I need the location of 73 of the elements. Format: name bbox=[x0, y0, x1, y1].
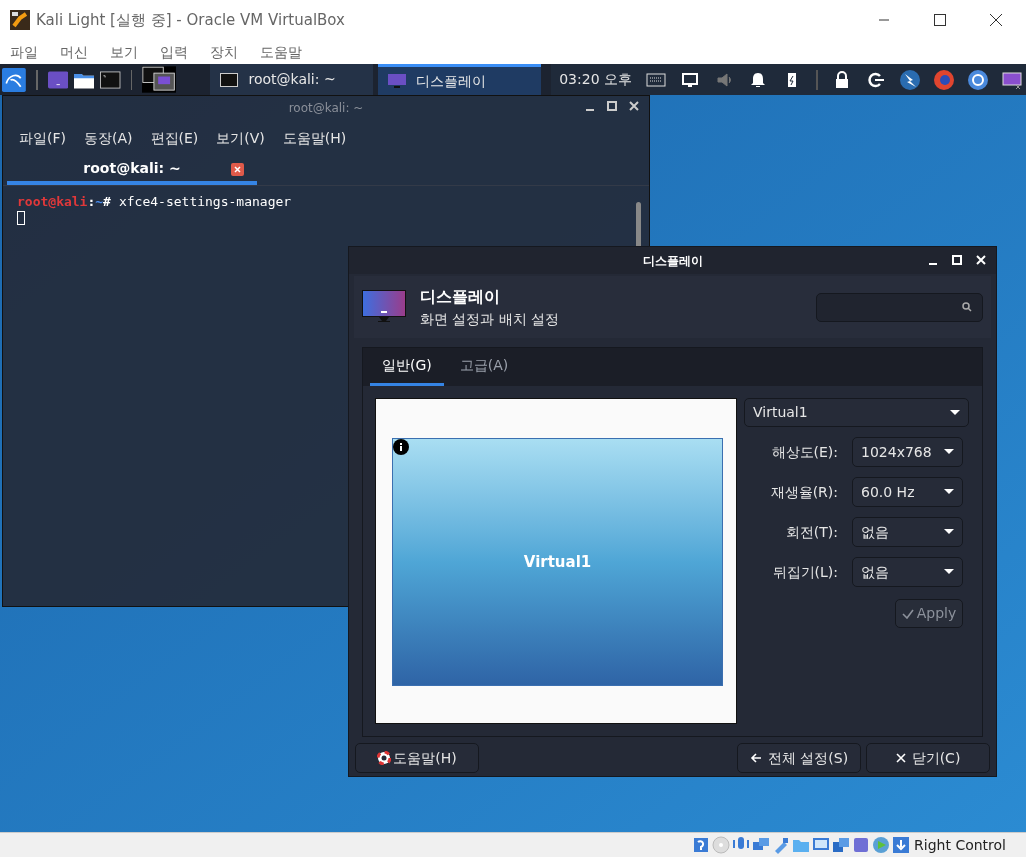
search-field[interactable] bbox=[816, 292, 983, 322]
video-capture-icon bbox=[832, 836, 851, 854]
monitor-icon bbox=[362, 290, 406, 324]
kali-menu-icon[interactable] bbox=[2, 65, 26, 94]
terminal-command: xfce4-settings-manager bbox=[118, 194, 292, 210]
caret-icon bbox=[944, 489, 954, 495]
check-icon bbox=[901, 608, 914, 619]
window-title: Kali Light [실행 중] - Oracle VM VirtualBox bbox=[36, 9, 345, 31]
taskbar-task[interactable]: 디스플레이 bbox=[378, 64, 542, 95]
mouse-integration-icon bbox=[872, 836, 891, 854]
monitor-icon bbox=[388, 74, 407, 88]
caret-icon bbox=[950, 409, 960, 416]
dialog-heading: 디스플레이 bbox=[420, 285, 501, 308]
lifebuoy-icon bbox=[377, 751, 392, 765]
menu-item[interactable]: 장치 bbox=[210, 41, 238, 63]
menu-item[interactable]: 보기 bbox=[110, 41, 138, 63]
dropdown[interactable]: 60.0 Hz bbox=[852, 477, 963, 507]
window-title: 디스플레이 bbox=[642, 252, 703, 270]
menu-item[interactable]: 동장(A) bbox=[84, 127, 133, 149]
dropdown[interactable]: Virtual1 bbox=[744, 398, 969, 427]
host-key-label: Right Control bbox=[914, 835, 1006, 855]
info-icon bbox=[393, 439, 409, 455]
arrow-down-icon bbox=[892, 836, 911, 854]
menu-item[interactable]: 도움말 bbox=[260, 41, 302, 63]
taskbar-task[interactable]: root@kali: ~ bbox=[210, 64, 374, 95]
settings-tab[interactable]: 고급(A) bbox=[447, 348, 521, 386]
terminal-icon[interactable] bbox=[100, 69, 121, 90]
monitor-label: Virtual1 bbox=[523, 551, 592, 573]
caret-icon bbox=[944, 569, 954, 575]
close-icon bbox=[895, 753, 906, 763]
lightning-icon[interactable] bbox=[900, 69, 920, 90]
monitor-launcher-icon[interactable] bbox=[47, 69, 68, 90]
prompt-separator: : bbox=[87, 194, 96, 210]
caret-icon bbox=[944, 529, 954, 535]
field-label: 재생율(R): bbox=[770, 482, 838, 502]
dialog-subtitle: 화면 설정과 배치 설정 bbox=[420, 309, 560, 329]
close-icon bbox=[990, 14, 1002, 26]
optical-disc-icon bbox=[712, 836, 731, 854]
menu-item[interactable]: 파일 bbox=[10, 41, 38, 63]
app-logo-icon bbox=[10, 10, 30, 30]
dropdown[interactable]: 없음 bbox=[852, 557, 963, 587]
menu-item[interactable]: 도움말(H) bbox=[282, 127, 347, 149]
dialog-button[interactable]: 전체 설정(S) bbox=[737, 743, 861, 773]
browser-icon[interactable] bbox=[934, 69, 954, 90]
search-icon bbox=[962, 302, 972, 312]
menu-item[interactable]: 입력 bbox=[160, 41, 188, 63]
maximize-icon[interactable] bbox=[607, 101, 617, 111]
tab-close-icon[interactable] bbox=[231, 163, 244, 176]
dropdown[interactable]: 없음 bbox=[852, 517, 963, 547]
monitor-icon[interactable] bbox=[1002, 69, 1022, 90]
terminal-icon bbox=[220, 72, 239, 87]
globe-icon[interactable] bbox=[968, 69, 988, 90]
cursor-block bbox=[17, 211, 25, 225]
close-icon[interactable] bbox=[629, 101, 639, 111]
menu-item[interactable]: 머신 bbox=[60, 41, 88, 63]
window-title: root@kali: ~ bbox=[288, 100, 364, 117]
caret-icon bbox=[944, 449, 954, 455]
workspace-switcher-icon[interactable] bbox=[142, 64, 177, 95]
dropdown[interactable]: 1024x768 bbox=[852, 437, 963, 467]
dialog-button[interactable]: 닫기(C) bbox=[866, 743, 990, 773]
menu-item[interactable]: 보기(V) bbox=[216, 127, 265, 149]
prompt-user: root@kali bbox=[17, 194, 88, 210]
maximize-icon bbox=[934, 14, 946, 26]
back-arrow-icon bbox=[749, 752, 762, 764]
menu-item[interactable]: 파일(F) bbox=[19, 127, 66, 149]
prompt-path: ~ bbox=[95, 194, 104, 210]
dialog-button[interactable]: 도움말(H) bbox=[355, 743, 479, 773]
menu-item[interactable]: 편집(E) bbox=[150, 127, 199, 149]
prompt-symbol: # bbox=[103, 194, 111, 210]
field-label: 뒤집기(L): bbox=[772, 562, 838, 582]
field-label: 회전(T): bbox=[785, 522, 838, 542]
clock: 03:20 오후 bbox=[559, 70, 632, 89]
field-label: 해상도(E): bbox=[771, 442, 838, 462]
